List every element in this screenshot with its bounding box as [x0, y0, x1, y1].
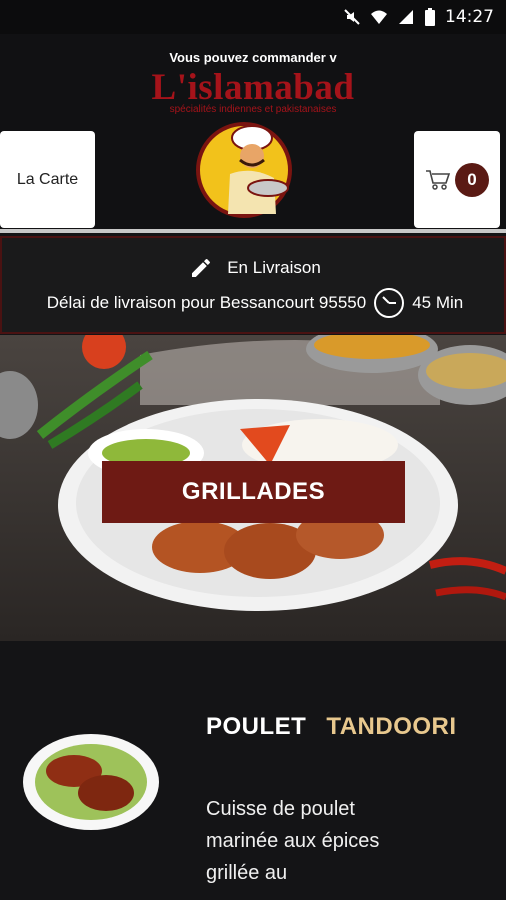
product-title-word1: POULET: [206, 713, 307, 740]
brand-tagline: spécialités indiennes et pakistanaises: [169, 104, 337, 115]
mute-icon: [344, 9, 360, 25]
product-title: POULET TANDOORI: [206, 713, 457, 741]
menu-button[interactable]: La Carte: [0, 131, 95, 228]
chef-mascot-logo: [196, 122, 292, 218]
cart-icon: [426, 169, 451, 190]
delivery-mode: En Livraison: [227, 258, 321, 277]
app-header: Vous pouvez commander v L'islamabad spéc…: [0, 34, 506, 230]
scrolling-notice: Vous pouvez commander v: [169, 50, 337, 65]
wifi-icon: [371, 10, 387, 24]
delivery-delay-text: Délai de livraison pour Bessancourt 9555…: [46, 293, 367, 312]
product-card[interactable]: POULET TANDOORI Cuisse de poulet marinée …: [0, 641, 506, 900]
category-title-banner: GRILLADES: [102, 461, 405, 523]
delivery-delay-value: 45 Min: [412, 293, 464, 312]
menu-button-label: La Carte: [16, 170, 79, 188]
clock-icon: [374, 288, 405, 318]
signal-icon: [399, 10, 413, 24]
cart-button[interactable]: 0: [414, 131, 500, 228]
edit-pencil-icon[interactable]: [189, 256, 213, 280]
category-hero-image[interactable]: GRILLADES: [0, 335, 506, 641]
delivery-info-panel[interactable]: En Livraison Délai de livraison pour Bes…: [0, 236, 506, 334]
brand-name: L'islamabad: [151, 67, 355, 108]
header-divider: [0, 229, 506, 233]
cart-count-badge: 0: [455, 162, 489, 197]
battery-icon: [425, 8, 435, 26]
brand-logo: L'islamabad spécialités indiennes et pak…: [0, 67, 506, 115]
status-time: 14:27: [445, 7, 494, 27]
product-title-word2: TANDOORI: [326, 713, 457, 740]
status-bar: 14:27: [0, 0, 506, 34]
tandoori-chicken-photo: [23, 734, 159, 830]
product-description: Cuisse de poulet marinée aux épices gril…: [206, 798, 380, 884]
